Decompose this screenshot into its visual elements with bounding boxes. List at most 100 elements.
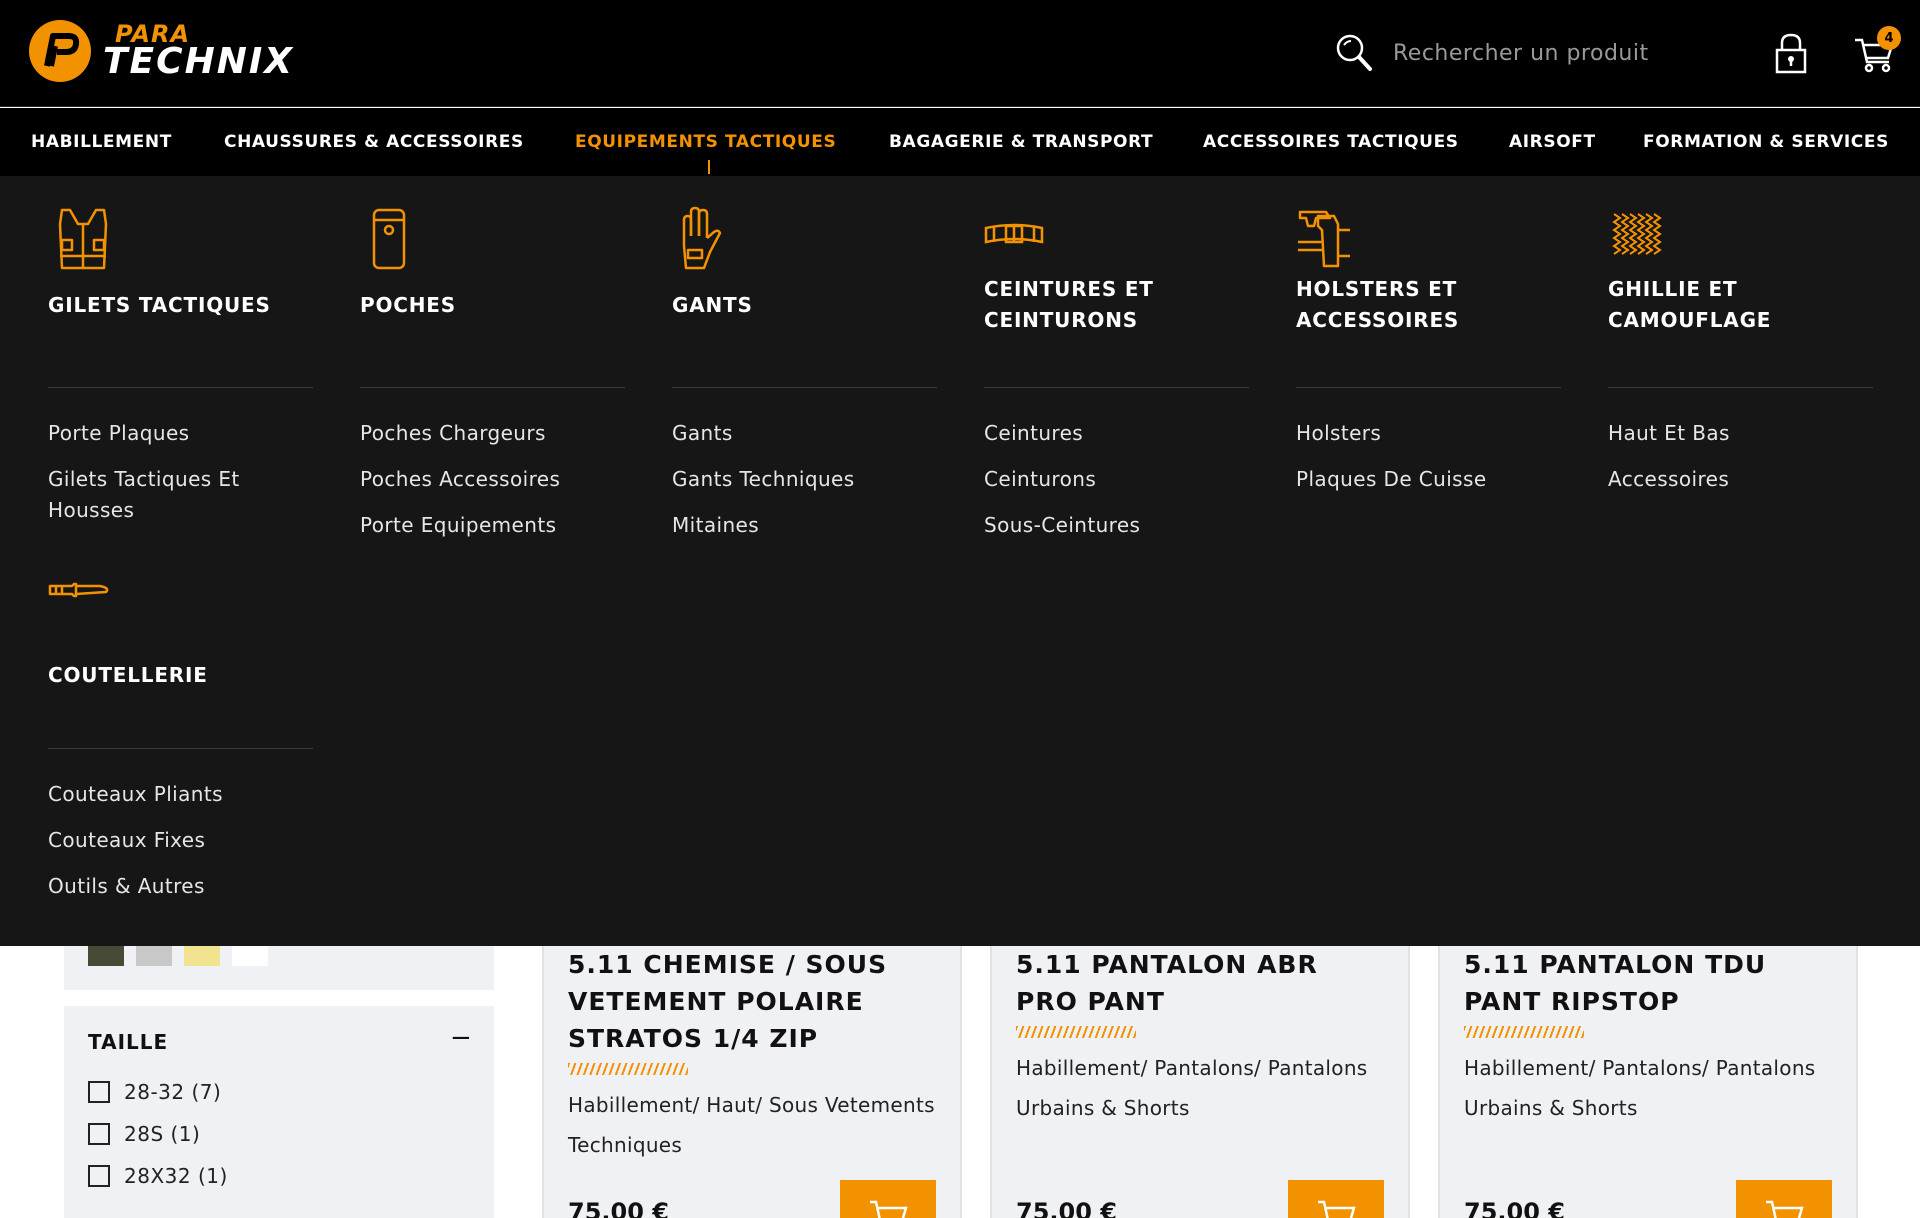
active-nav-indicator bbox=[708, 160, 710, 174]
color-filter bbox=[64, 946, 494, 990]
menu-category-poches: POCHES Poches Chargeurs Poches Accessoir… bbox=[360, 206, 625, 537]
search-icon[interactable] bbox=[1335, 33, 1373, 73]
size-option-label: 28S (1) bbox=[124, 1122, 201, 1146]
holster-icon bbox=[1298, 210, 1350, 268]
menu-category-ghillie: GHILLIE ET CAMOUFLAGE Haut Et Bas Access… bbox=[1608, 206, 1873, 506]
size-option[interactable]: 28-32 (7) bbox=[88, 1080, 221, 1104]
nav-item-chaussures[interactable]: CHAUSSURES & ACCESSOIRES bbox=[224, 108, 524, 176]
menu-category-title[interactable]: GHILLIE ET CAMOUFLAGE bbox=[1608, 274, 1873, 336]
search-bar bbox=[1335, 30, 1695, 76]
menu-link[interactable]: Sous-Ceintures bbox=[984, 510, 1249, 541]
menu-category-title[interactable]: GANTS bbox=[672, 290, 937, 321]
color-swatch-white[interactable] bbox=[232, 946, 268, 966]
menu-link[interactable]: Ceintures bbox=[984, 418, 1249, 449]
menu-category-gilets: GILETS TACTIQUES Porte Plaques Gilets Ta… bbox=[48, 206, 313, 522]
checkbox[interactable] bbox=[88, 1081, 110, 1103]
vest-icon bbox=[58, 208, 108, 270]
logo-technix-text: TECHNIX bbox=[103, 41, 294, 82]
divider bbox=[1296, 387, 1561, 388]
menu-link[interactable]: Porte Equipements bbox=[360, 510, 625, 541]
add-to-cart-button[interactable] bbox=[1288, 1180, 1384, 1218]
main-nav: HABILLEMENT CHAUSSURES & ACCESSOIRES EQU… bbox=[0, 108, 1920, 176]
decorative-stripes bbox=[1464, 1026, 1584, 1038]
search-input[interactable] bbox=[1393, 40, 1693, 66]
size-option-label: 28X32 (1) bbox=[124, 1164, 228, 1188]
divider bbox=[984, 387, 1249, 388]
menu-link[interactable]: Ceinturons bbox=[984, 464, 1249, 495]
menu-link[interactable]: Poches Accessoires bbox=[360, 464, 625, 495]
size-option-label: 28-32 (7) bbox=[124, 1080, 222, 1104]
nav-item-bagagerie[interactable]: BAGAGERIE & TRANSPORT bbox=[889, 108, 1153, 176]
size-option[interactable]: 28S (1) bbox=[88, 1122, 200, 1146]
product-title[interactable]: 5.11 CHEMISE / SOUS VETEMENT POLAIRE STR… bbox=[568, 946, 928, 1057]
menu-link[interactable]: Poches Chargeurs bbox=[360, 418, 625, 449]
knife-icon bbox=[48, 582, 109, 598]
site-logo[interactable]: PARA TECHNIX bbox=[29, 20, 323, 82]
size-filter: TAILLE − 28-32 (7) 28S (1) 28X32 (1) bbox=[64, 1006, 494, 1218]
mega-menu: GILETS TACTIQUES Porte Plaques Gilets Ta… bbox=[0, 176, 1920, 946]
size-filter-title[interactable]: TAILLE bbox=[88, 1030, 168, 1054]
product-card[interactable]: 5.11 CHEMISE / SOUS VETEMENT POLAIRE STR… bbox=[542, 946, 962, 1218]
color-swatch-yellow[interactable] bbox=[184, 946, 220, 966]
pouch-icon bbox=[372, 208, 406, 270]
menu-category-title[interactable]: HOLSTERS ET ACCESSOIRES bbox=[1296, 274, 1561, 336]
divider bbox=[672, 387, 937, 388]
account-lock-icon[interactable] bbox=[1773, 32, 1809, 74]
menu-link[interactable]: Gilets Tactiques Et Housses bbox=[48, 464, 313, 526]
nav-item-accessoires-tactiques[interactable]: ACCESSOIRES TACTIQUES bbox=[1203, 108, 1459, 176]
add-to-cart-button[interactable] bbox=[840, 1180, 936, 1218]
product-category-path: Habillement/ Pantalons/ Pantalons Urbain… bbox=[1464, 1056, 1816, 1120]
divider bbox=[1608, 387, 1873, 388]
add-to-cart-button[interactable] bbox=[1736, 1180, 1832, 1218]
divider bbox=[48, 748, 313, 749]
menu-link[interactable]: Porte Plaques bbox=[48, 418, 313, 449]
menu-category-coutellerie: COUTELLERIE Couteaux Pliants Couteaux Fi… bbox=[48, 576, 313, 936]
menu-category-title[interactable]: CEINTURES ET CEINTURONS bbox=[984, 274, 1249, 336]
menu-link[interactable]: Accessoires bbox=[1608, 464, 1873, 495]
product-category-path: Habillement/ Pantalons/ Pantalons Urbain… bbox=[1016, 1056, 1368, 1120]
product-card[interactable]: 5.11 PANTALON TDU PANT RIPSTOP Habilleme… bbox=[1438, 946, 1858, 1218]
cart-icon bbox=[1766, 1200, 1804, 1218]
menu-link[interactable]: Mitaines bbox=[672, 510, 937, 541]
menu-category-ceintures: CEINTURES ET CEINTURONS Ceintures Ceintu… bbox=[984, 206, 1249, 537]
menu-link[interactable]: Haut Et Bas bbox=[1608, 418, 1873, 449]
site-header: PARA TECHNIX 4 bbox=[0, 0, 1920, 107]
menu-link[interactable]: Plaques De Cuisse bbox=[1296, 464, 1561, 495]
color-swatch-olive[interactable] bbox=[88, 946, 124, 966]
menu-link[interactable]: Gants Techniques bbox=[672, 464, 937, 495]
menu-category-title[interactable]: COUTELLERIE bbox=[48, 660, 313, 691]
logo-wordmark: PARA TECHNIX bbox=[103, 20, 323, 82]
divider bbox=[360, 387, 625, 388]
nav-item-airsoft[interactable]: AIRSOFT bbox=[1509, 108, 1596, 176]
belt-icon bbox=[984, 223, 1044, 244]
checkbox[interactable] bbox=[88, 1123, 110, 1145]
menu-link[interactable]: Gants bbox=[672, 418, 937, 449]
cart-icon bbox=[870, 1200, 908, 1218]
product-price: 75,00 € bbox=[1016, 1198, 1117, 1218]
product-category-path: Habillement/ Haut/ Sous Vetements Techni… bbox=[568, 1093, 935, 1157]
collapse-icon[interactable]: − bbox=[450, 1023, 472, 1053]
menu-link[interactable]: Outils & Autres bbox=[48, 871, 313, 902]
menu-category-gants: GANTS Gants Gants Techniques Mitaines bbox=[672, 206, 937, 537]
menu-category-title[interactable]: POCHES bbox=[360, 290, 625, 321]
menu-link[interactable]: Holsters bbox=[1296, 418, 1561, 449]
nav-item-habillement[interactable]: HABILLEMENT bbox=[31, 108, 172, 176]
product-price: 75,00 € bbox=[568, 1198, 669, 1218]
cart-icon bbox=[1318, 1200, 1356, 1218]
product-card[interactable]: 5.11 PANTALON ABR PRO PANT Habillement/ … bbox=[990, 946, 1410, 1218]
decorative-stripes bbox=[1016, 1026, 1136, 1038]
size-option[interactable]: 28X32 (1) bbox=[88, 1164, 228, 1188]
product-title[interactable]: 5.11 PANTALON TDU PANT RIPSTOP bbox=[1464, 946, 1824, 1020]
color-swatch-grey[interactable] bbox=[136, 946, 172, 966]
menu-link[interactable]: Couteaux Pliants bbox=[48, 779, 313, 810]
menu-category-title[interactable]: GILETS TACTIQUES bbox=[48, 290, 313, 321]
menu-link[interactable]: Couteaux Fixes bbox=[48, 825, 313, 856]
product-title[interactable]: 5.11 PANTALON ABR PRO PANT bbox=[1016, 946, 1376, 1020]
checkbox[interactable] bbox=[88, 1165, 110, 1187]
glove-icon bbox=[682, 206, 722, 270]
product-listing: TAILLE − 28-32 (7) 28S (1) 28X32 (1) 5.1… bbox=[0, 946, 1920, 1218]
decorative-stripes bbox=[568, 1063, 688, 1075]
nav-item-formation[interactable]: FORMATION & SERVICES bbox=[1643, 108, 1889, 176]
nav-item-equipements-tactiques[interactable]: EQUIPEMENTS TACTIQUES bbox=[575, 108, 836, 176]
logo-badge-icon bbox=[29, 20, 91, 82]
